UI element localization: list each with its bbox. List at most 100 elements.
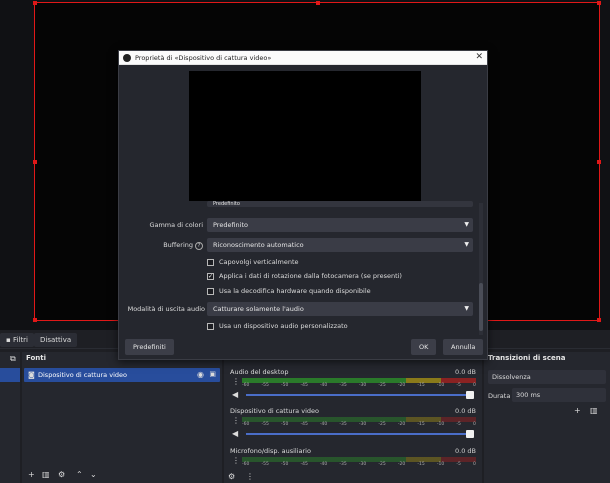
audio-mode-label: Modalità di uscita audio: [127, 305, 205, 313]
defaults-button[interactable]: Predefiniti: [125, 339, 174, 355]
dialog-titlebar: Proprietà di «Dispositivo di cattura vid…: [119, 51, 487, 65]
meter-tick-label: -20: [397, 383, 406, 388]
meter-tick-label: -15: [417, 462, 425, 467]
resize-handle[interactable]: [316, 1, 320, 5]
meter-tick-label: -5: [456, 422, 461, 427]
flip-label: Capovolgi verticalmente: [219, 258, 299, 266]
remove-source-icon[interactable]: ▥: [42, 470, 50, 479]
track-db: 0.0 dB: [455, 368, 476, 376]
meter-tick-label: -40: [319, 422, 328, 427]
mixer-menu-icon[interactable]: ⋮: [246, 472, 254, 481]
meter-tick-label: -45: [300, 462, 308, 467]
meter-ticks: -60 -55 -50 -45 -40 -35 -30 -25 -20 -15 -10 -5 0: [242, 383, 476, 389]
speaker-icon[interactable]: ◀: [232, 429, 238, 438]
volume-slider[interactable]: [246, 430, 474, 438]
add-transition-icon[interactable]: +: [574, 406, 581, 415]
remove-transition-icon[interactable]: ▥: [590, 406, 598, 415]
source-properties-icon[interactable]: ⚙: [58, 470, 65, 479]
cancel-button[interactable]: Annulla: [443, 339, 484, 355]
properties-dialog: Proprietà di «Dispositivo di cattura vid…: [118, 50, 488, 360]
meter-tick-label: -25: [378, 422, 386, 427]
dialog-title: Proprietà di «Dispositivo di cattura vid…: [135, 54, 272, 62]
move-down-icon[interactable]: ⌄: [90, 470, 97, 479]
filters-label: Filtri: [12, 336, 28, 344]
meter-tick-label: -35: [339, 383, 347, 388]
meter-tick-label: -25: [378, 383, 386, 388]
checkbox-box[interactable]: [207, 288, 214, 295]
track-name: Dispositivo di cattura video: [230, 407, 319, 415]
obs-logo-icon: [123, 54, 131, 62]
scenes-panel: ⧉: [0, 352, 20, 483]
resize-handle[interactable]: [597, 318, 601, 322]
checkmark-icon[interactable]: ✓: [207, 273, 214, 280]
duration-label: Durata: [488, 392, 511, 400]
camera-icon: ◙: [28, 371, 35, 379]
volume-slider[interactable]: [246, 391, 474, 399]
chevron-down-icon: ▼: [464, 305, 469, 312]
meter-tick-label: -25: [378, 462, 386, 467]
move-up-icon[interactable]: ⌃: [76, 470, 83, 479]
source-item[interactable]: ◙ Dispositivo di cattura video ◉ ▣: [24, 368, 220, 382]
resize-handle[interactable]: [597, 160, 601, 164]
filters-button[interactable]: ▪ Filtri: [0, 333, 34, 347]
meter-tick-label: -10: [436, 462, 445, 467]
meter-tick-label: 0: [472, 462, 476, 467]
checkbox-box[interactable]: [207, 259, 214, 266]
meter-tick-label: -30: [358, 422, 367, 427]
track-menu-icon[interactable]: ⋮: [232, 416, 240, 425]
meter-tick-label: -10: [436, 422, 445, 427]
visibility-eye-icon[interactable]: ◉: [197, 370, 204, 379]
dialog-scrollbar[interactable]: [479, 203, 483, 335]
track-menu-icon[interactable]: ⋮: [232, 377, 240, 386]
mixer-track: Audio del desktop 0.0 dB ⋮ -60 -55 -50 -45-…: [228, 368, 478, 402]
ok-button[interactable]: OK: [411, 339, 437, 355]
track-name: Microfono/disp. ausiliario: [230, 447, 311, 455]
resize-handle[interactable]: [33, 318, 37, 322]
audio-mode-value: Catturare solamente l'audio: [213, 305, 304, 313]
obs-window: { "toolbar": { "filters_label": "Filtri"…: [0, 0, 610, 483]
volume-knob[interactable]: [466, 391, 474, 399]
meter-tick-label: -50: [280, 383, 289, 388]
undock-icon[interactable]: ⧉: [10, 354, 16, 364]
track-name: Audio del desktop: [230, 368, 289, 376]
resize-handle[interactable]: [33, 1, 37, 5]
mixer-track: Dispositivo di cattura video 0.0 dB ⋮ -6…: [228, 407, 478, 441]
hidden-select[interactable]: Predefinito: [207, 201, 473, 207]
source-item-label: Dispositivo di cattura video: [38, 371, 127, 379]
lock-icon[interactable]: ▣: [209, 370, 216, 378]
resize-handle[interactable]: [33, 160, 37, 164]
audio-mixer-panel: Audio del desktop 0.0 dB ⋮ -60 -55 -50 -45-…: [224, 352, 482, 483]
transition-select[interactable]: Dissolvenza: [488, 370, 606, 384]
volume-knob[interactable]: [466, 430, 474, 438]
speaker-icon[interactable]: ◀: [232, 390, 238, 399]
sources-panel: Fonti ◙ Dispositivo di cattura video ◉ ▣…: [22, 352, 222, 483]
custom-audio-label: Usa un dispositivo audio personalizzato: [219, 322, 348, 330]
color-range-value: Predefinito: [213, 221, 249, 229]
meter-tick-label: -5: [456, 462, 461, 467]
scene-item[interactable]: [0, 368, 20, 382]
meter-tick-label: -20: [397, 462, 406, 467]
duration-field[interactable]: 300 ms: [512, 388, 606, 402]
meter-tick-label: -10: [436, 383, 445, 388]
meter-tick-label: -50: [280, 422, 289, 427]
sources-title: Fonti: [26, 354, 47, 362]
chevron-down-icon: ▼: [464, 241, 469, 248]
resize-handle[interactable]: [597, 1, 601, 5]
track-db: 0.0 dB: [455, 407, 476, 415]
add-source-icon[interactable]: +: [28, 470, 35, 479]
checkbox-box[interactable]: [207, 323, 214, 330]
close-icon[interactable]: ✕: [475, 52, 483, 62]
meter-tick-label: 0: [472, 422, 476, 427]
track-menu-icon[interactable]: ⋮: [232, 456, 240, 465]
scrollbar-thumb[interactable]: [479, 283, 483, 331]
audio-mode-select[interactable]: Catturare solamente l'audio ▼: [207, 302, 473, 316]
meter-tick-label: -35: [339, 422, 347, 427]
help-icon[interactable]: ?: [195, 242, 203, 250]
buffering-select[interactable]: Riconoscimento automatico ▼: [207, 238, 473, 252]
hw-decode-label: Usa la decodifica hardware quando dispon…: [219, 287, 371, 295]
filters-icon: ▪: [6, 336, 13, 344]
mixer-settings-icon[interactable]: ⚙: [228, 472, 235, 481]
disable-button[interactable]: Disattiva: [34, 333, 78, 347]
meter-tick-label: -50: [280, 462, 289, 467]
color-range-select[interactable]: Predefinito ▼: [207, 218, 473, 232]
